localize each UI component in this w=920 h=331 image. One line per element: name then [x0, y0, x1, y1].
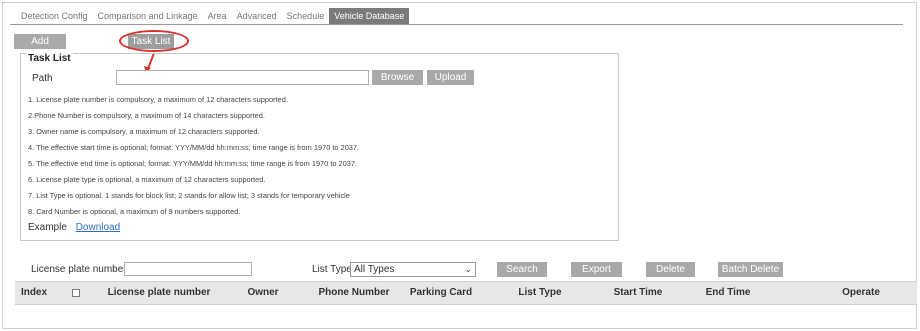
task-list-legend: Task List: [26, 52, 73, 65]
tab-vehicle-database[interactable]: Vehicle Database: [329, 8, 410, 24]
column-header-end-time: End Time: [705, 287, 751, 298]
license-plate-label: License plate number: [31, 264, 127, 275]
import-rule: 5. The effective end time is optional; f…: [28, 159, 358, 168]
license-plate-input[interactable]: [124, 262, 252, 276]
import-rule: 1. License plate number is compulsory, a…: [28, 95, 288, 104]
import-rule: 8. Card Number is optional, a maximum of…: [28, 207, 241, 216]
add-button[interactable]: Add: [14, 34, 66, 49]
delete-button[interactable]: Delete: [646, 262, 695, 277]
column-header-operate: Operate: [842, 287, 880, 298]
tab-divider: [10, 24, 903, 25]
column-header-index: Index: [20, 287, 48, 298]
column-header-owner: Owner: [247, 287, 279, 298]
tab-comparison-and-linkage[interactable]: Comparison and Linkage: [93, 8, 203, 24]
select-all-checkbox[interactable]: [72, 289, 80, 297]
import-rules-list: 1. License plate number is compulsory, a…: [28, 92, 598, 220]
export-button[interactable]: Export: [571, 262, 622, 277]
path-input[interactable]: [116, 70, 369, 85]
browse-button[interactable]: Browse: [372, 70, 423, 85]
column-header-parking-card: Parking Card: [409, 287, 473, 298]
tab-schedule[interactable]: Schedule: [282, 8, 330, 24]
upload-button[interactable]: Upload: [427, 70, 474, 85]
column-header-license-plate: License plate number: [107, 287, 211, 298]
list-type-label: List Type: [312, 264, 352, 275]
example-label: Example: [28, 222, 67, 233]
import-rule: 7. List Type is optional. 1 stands for b…: [28, 191, 350, 200]
example-row: Example Download: [28, 222, 120, 233]
list-type-select[interactable]: All Types ⌄: [350, 262, 476, 277]
download-link[interactable]: Download: [76, 222, 120, 233]
import-rule: 6. License plate type is optional, a max…: [28, 175, 266, 184]
chevron-down-icon: ⌄: [464, 264, 472, 274]
list-type-selected: All Types: [354, 264, 395, 275]
tab-area[interactable]: Area: [203, 8, 232, 24]
batch-delete-button[interactable]: Batch Delete: [718, 262, 783, 277]
column-header-list-type: List Type: [518, 287, 562, 298]
tab-bar: Detection Config Comparison and Linkage …: [16, 8, 410, 24]
import-rule: 2.Phone Number is compulsory, a maximum …: [28, 111, 265, 120]
search-button[interactable]: Search: [497, 262, 547, 277]
column-header-start-time: Start Time: [613, 287, 663, 298]
import-rule: 3. Owner name is compulsory, a maximum o…: [28, 127, 260, 136]
column-header-phone-number: Phone Number: [318, 287, 390, 298]
annotation-ellipse: [119, 30, 189, 52]
table-header: Index License plate number Owner Phone N…: [15, 281, 917, 305]
tab-advanced[interactable]: Advanced: [232, 8, 282, 24]
import-rule: 4. The effective start time is optional;…: [28, 143, 360, 152]
tab-detection-config[interactable]: Detection Config: [16, 8, 93, 24]
path-label: Path: [32, 73, 53, 84]
